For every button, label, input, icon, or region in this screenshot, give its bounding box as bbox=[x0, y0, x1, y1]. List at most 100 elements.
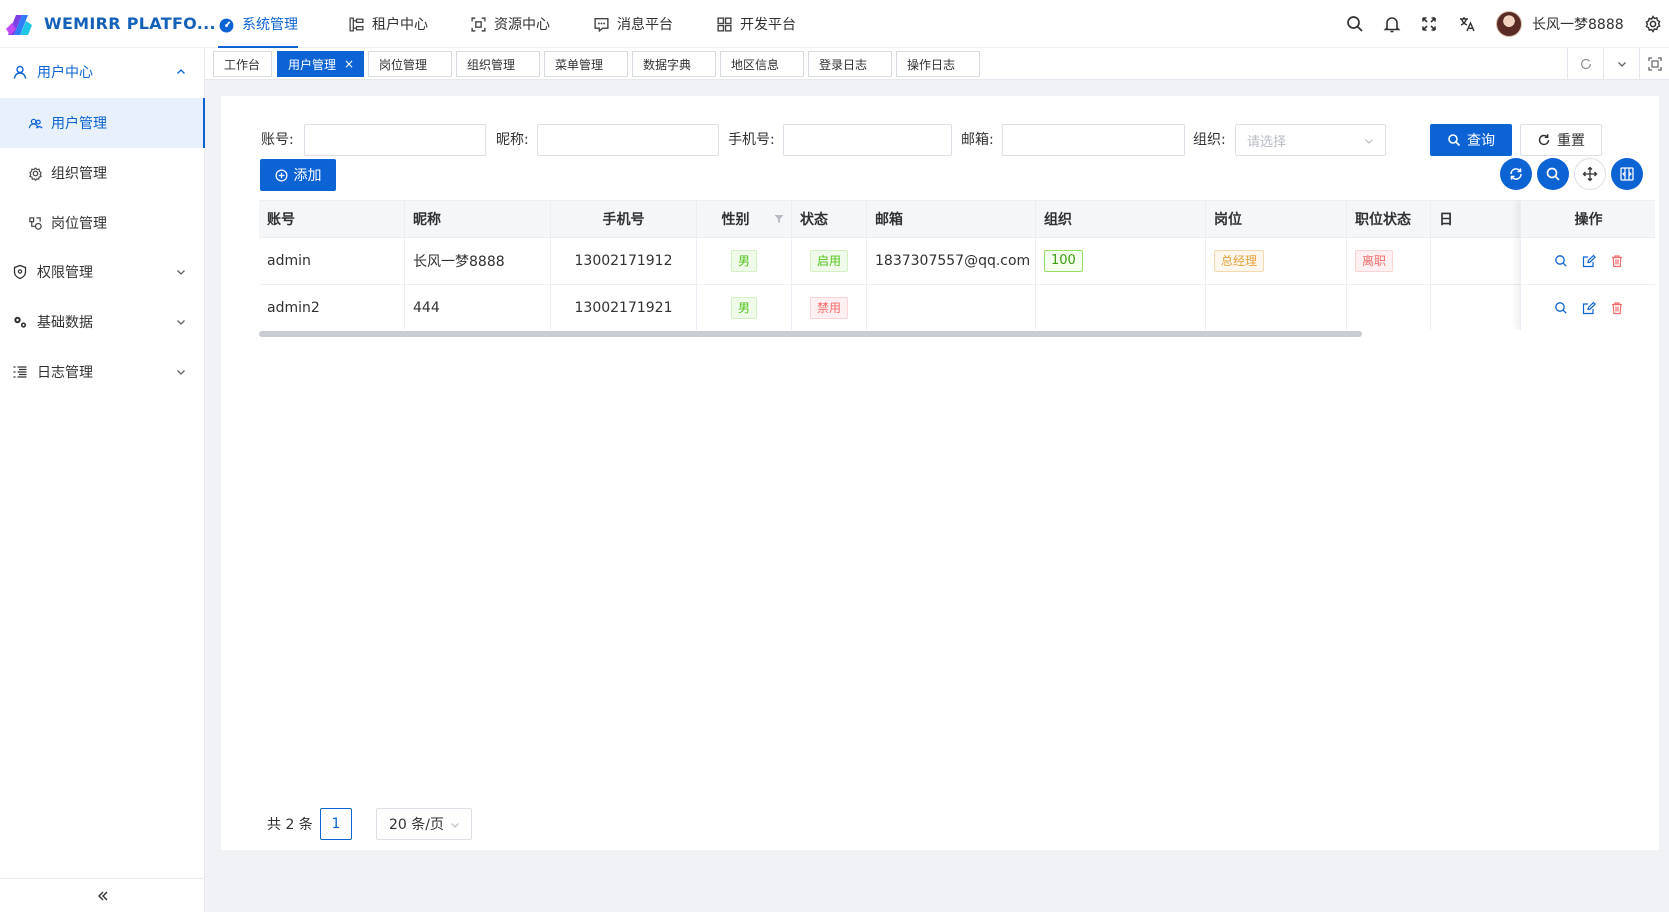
table-search-toggle-button[interactable] bbox=[1537, 158, 1569, 190]
tenant-icon bbox=[349, 16, 364, 32]
tab-op-log[interactable]: 操作日志 bbox=[896, 51, 980, 77]
table-row[interactable]: admin 长风一梦8888 13002171912 男 启用 18373075… bbox=[259, 238, 1655, 285]
table-density-button[interactable] bbox=[1574, 158, 1606, 190]
chevron-down-icon bbox=[1365, 139, 1373, 144]
table-columns-button[interactable] bbox=[1611, 158, 1643, 190]
topnav-dev[interactable]: 开发平台 bbox=[716, 0, 796, 48]
cell-sex: 男 bbox=[697, 285, 792, 330]
col-header-extra: 日 bbox=[1431, 201, 1531, 237]
tab-user-manage[interactable]: 用户管理 × bbox=[277, 51, 364, 77]
settings-icon[interactable] bbox=[1643, 14, 1663, 34]
filter-account-label: 账号: bbox=[261, 132, 294, 148]
topnav-message[interactable]: 消息平台 bbox=[593, 0, 673, 48]
sidebar-item-org-manage[interactable]: 组织管理 bbox=[0, 148, 205, 198]
search-icon[interactable] bbox=[1345, 14, 1365, 34]
tab-login-log[interactable]: 登录日志 bbox=[808, 51, 892, 77]
topnav-label: 消息平台 bbox=[617, 17, 673, 33]
tab-region[interactable]: 地区信息 bbox=[720, 51, 804, 77]
tab-label: 地区信息 bbox=[731, 57, 780, 72]
view-icon[interactable] bbox=[1554, 254, 1568, 268]
col-header-email: 邮箱 bbox=[867, 201, 1036, 237]
sex-tag: 男 bbox=[730, 297, 757, 319]
edit-icon[interactable] bbox=[1582, 301, 1596, 315]
user-menu[interactable]: 长风一梦8888 bbox=[1496, 11, 1624, 37]
filter-icon[interactable] bbox=[774, 214, 784, 224]
pagination-page-1[interactable]: 1 bbox=[320, 808, 352, 840]
apps-icon bbox=[717, 16, 732, 32]
sidebar-group-log[interactable]: 日志管理 bbox=[0, 348, 205, 396]
sidebar-group-permission[interactable]: 权限管理 bbox=[0, 248, 205, 296]
filter-org-select[interactable]: 请选择 bbox=[1235, 124, 1386, 156]
tab-close-icon[interactable]: × bbox=[344, 57, 354, 71]
tab-strip: 工作台 用户管理 × 岗位管理 组织管理 菜单管理 数据字典 地区信息 登录日志 … bbox=[205, 48, 1669, 80]
status-badge: 禁用 bbox=[809, 297, 848, 319]
edit-icon[interactable] bbox=[1582, 254, 1596, 268]
cell-account: admin bbox=[259, 238, 405, 284]
add-button[interactable]: 添加 bbox=[260, 159, 336, 191]
cell-mobile: 13002171921 bbox=[551, 285, 697, 330]
filter-mobile-input[interactable] bbox=[783, 124, 952, 156]
sidebar-item-label: 组织管理 bbox=[51, 166, 107, 182]
tab-dict[interactable]: 数据字典 bbox=[632, 51, 716, 77]
delete-icon[interactable] bbox=[1610, 254, 1624, 268]
topnav-resource[interactable]: 资源中心 bbox=[470, 0, 550, 48]
topnav-tenant[interactable]: 租户中心 bbox=[348, 0, 428, 48]
cell-post-status: 离职 bbox=[1347, 238, 1431, 284]
topnav-system[interactable]: 系统管理 bbox=[218, 0, 298, 48]
sidebar-item-user-manage[interactable]: 用户管理 bbox=[0, 98, 205, 148]
topnav-label: 开发平台 bbox=[740, 17, 796, 33]
tab-menu-manage[interactable]: 菜单管理 bbox=[544, 51, 628, 77]
topnav-label: 租户中心 bbox=[372, 17, 428, 33]
cell-post-status bbox=[1347, 285, 1431, 330]
table-row[interactable]: admin2 444 13002171921 男 禁用 bbox=[259, 285, 1655, 330]
col-header-status: 状态 bbox=[792, 201, 867, 237]
chevron-down-icon bbox=[177, 320, 185, 325]
double-chevron-left-icon bbox=[97, 891, 107, 900]
chevron-down-icon bbox=[177, 370, 185, 375]
dashboard-icon bbox=[219, 18, 234, 32]
filter-email-input[interactable] bbox=[1002, 124, 1185, 156]
fullscreen-icon[interactable] bbox=[1419, 14, 1439, 34]
user-name: 长风一梦8888 bbox=[1532, 17, 1624, 33]
sidebar-group-user-center[interactable]: 用户中心 bbox=[0, 48, 205, 96]
reset-button[interactable]: 重置 bbox=[1520, 124, 1602, 156]
translate-icon[interactable] bbox=[1457, 14, 1477, 34]
sidebar-collapse-button[interactable] bbox=[0, 878, 205, 912]
view-icon[interactable] bbox=[1554, 301, 1568, 315]
col-header-ops: 操作 bbox=[1521, 200, 1655, 238]
sidebar-group-label: 权限管理 bbox=[37, 265, 93, 281]
user-icon bbox=[13, 65, 27, 79]
cell-account: admin2 bbox=[259, 285, 405, 330]
chevron-down-icon bbox=[177, 270, 185, 275]
filter-account-input[interactable] bbox=[304, 124, 486, 156]
sidebar-group-base-data[interactable]: 基础数据 bbox=[0, 298, 205, 346]
list-icon bbox=[13, 366, 27, 378]
cell-org bbox=[1036, 285, 1206, 330]
maximize-icon bbox=[1647, 57, 1662, 71]
resource-icon bbox=[471, 16, 486, 32]
col-header-account: 账号 bbox=[259, 201, 405, 237]
bell-icon[interactable] bbox=[1382, 14, 1402, 34]
table-horizontal-scrollbar[interactable] bbox=[259, 331, 1362, 337]
table-refresh-button[interactable] bbox=[1500, 158, 1532, 190]
search-button-label: 查询 bbox=[1467, 133, 1495, 149]
tab-workbench[interactable]: 工作台 bbox=[213, 51, 272, 77]
cell-email bbox=[867, 285, 1036, 330]
tab-more-button[interactable] bbox=[1603, 48, 1639, 80]
tab-refresh-button[interactable] bbox=[1567, 48, 1603, 80]
table-header: 账号 昵称 手机号 性别 状态 邮箱 组织 岗位 职位状态 日 bbox=[259, 200, 1655, 238]
tab-org-manage[interactable]: 组织管理 bbox=[456, 51, 540, 77]
cell-mobile: 13002171912 bbox=[551, 238, 697, 284]
sex-tag: 男 bbox=[730, 250, 757, 272]
delete-icon[interactable] bbox=[1610, 301, 1624, 315]
tab-label: 菜单管理 bbox=[555, 57, 604, 72]
tab-maximize-button[interactable] bbox=[1639, 48, 1669, 80]
pagination-size-select[interactable]: 20 条/页 bbox=[376, 808, 472, 840]
sidebar-item-post-manage[interactable]: 岗位管理 bbox=[0, 198, 205, 248]
search-button[interactable]: 查询 bbox=[1430, 124, 1512, 156]
sidebar-group-label: 日志管理 bbox=[37, 365, 93, 381]
col-header-post-status: 职位状态 bbox=[1347, 201, 1431, 237]
sidebar-group-label: 基础数据 bbox=[37, 315, 93, 331]
filter-nickname-input[interactable] bbox=[537, 124, 719, 156]
tab-post-manage[interactable]: 岗位管理 bbox=[368, 51, 452, 77]
